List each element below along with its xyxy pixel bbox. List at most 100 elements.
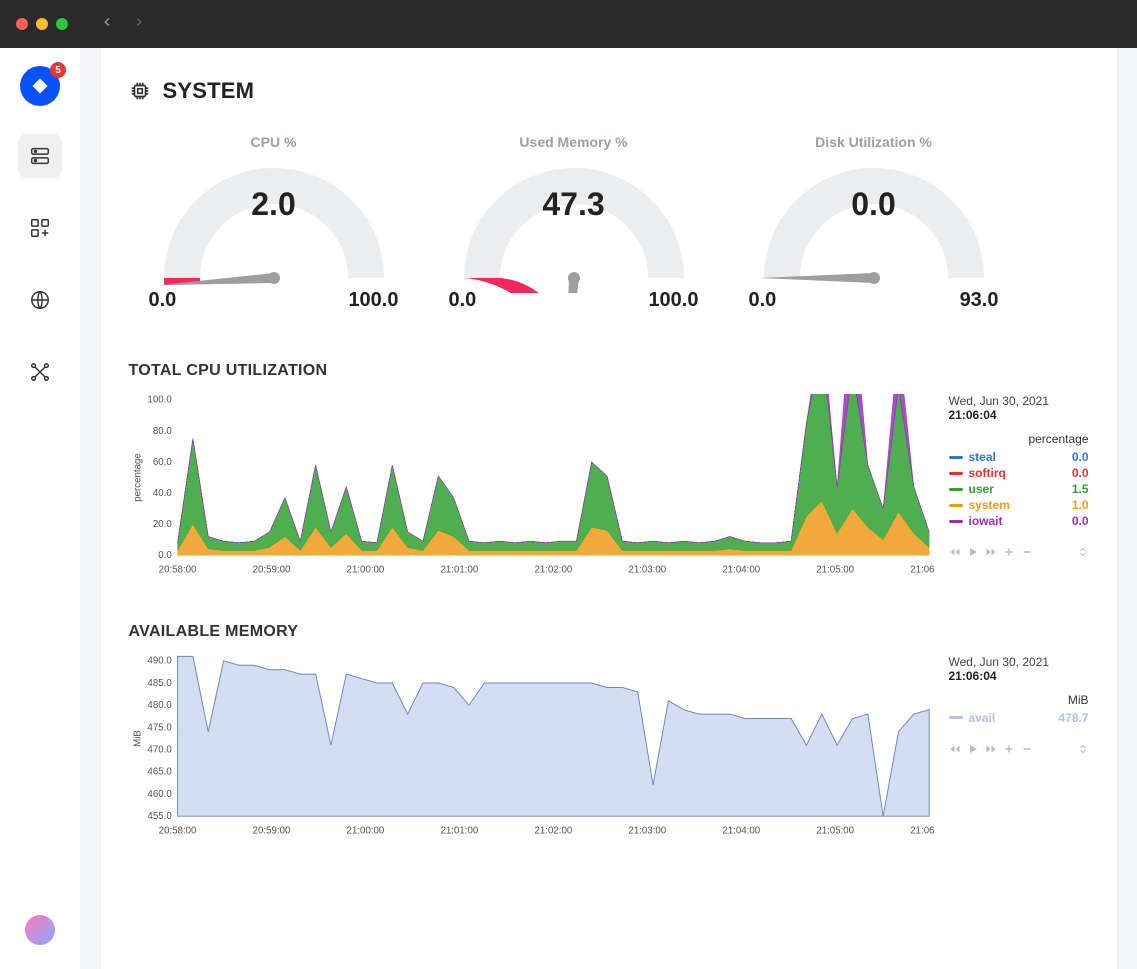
svg-text:21:01:00: 21:01:00 <box>440 825 478 836</box>
play-icon[interactable] <box>967 743 979 758</box>
legend-item-softirq[interactable]: softirq 0.0 <box>949 466 1089 480</box>
sidebar-item-nodes[interactable] <box>18 350 62 394</box>
legend-unit: MiB <box>949 693 1089 707</box>
zoom-out-icon[interactable] <box>1021 743 1033 758</box>
svg-text:20.0: 20.0 <box>152 519 171 530</box>
svg-text:21:05:00: 21:05:00 <box>816 825 854 836</box>
rewind-icon[interactable] <box>949 546 961 561</box>
play-icon[interactable] <box>967 546 979 561</box>
user-avatar[interactable] <box>25 915 55 945</box>
svg-text:485.0: 485.0 <box>147 677 172 688</box>
legend-name: iowait <box>969 514 1066 528</box>
legend-swatch <box>949 716 963 719</box>
svg-text:0.0: 0.0 <box>158 550 172 561</box>
zoom-in-icon[interactable] <box>1003 546 1015 561</box>
zoom-out-icon[interactable] <box>1021 546 1033 561</box>
svg-text:60.0: 60.0 <box>152 457 171 468</box>
gauge-value: 2.0 <box>129 186 419 223</box>
svg-text:21:03:00: 21:03:00 <box>628 825 666 836</box>
chart-title-cpu: TOTAL CPU UTILIZATION <box>129 362 1089 380</box>
legend-value: 1.0 <box>1072 498 1089 512</box>
svg-text:490.0: 490.0 <box>147 655 172 666</box>
sidebar-item-system[interactable] <box>18 134 62 178</box>
gauge-value: 47.3 <box>429 186 719 223</box>
sort-icon[interactable] <box>1077 743 1089 758</box>
legend-date: Wed, Jun 30, 2021 <box>949 655 1089 669</box>
svg-text:455.0: 455.0 <box>147 811 172 822</box>
svg-text:21:05:00: 21:05:00 <box>816 565 854 576</box>
gauge-value: 0.0 <box>729 186 1019 223</box>
legend-value: 0.0 <box>1072 514 1089 528</box>
forward-icon[interactable] <box>985 546 997 561</box>
legend-swatch <box>949 520 963 523</box>
sidebar: 5 <box>0 48 80 969</box>
svg-text:465.0: 465.0 <box>147 766 172 777</box>
notification-badge[interactable]: 5 <box>50 62 66 78</box>
zoom-in-icon[interactable] <box>1003 743 1015 758</box>
legend-item-user[interactable]: user 1.5 <box>949 482 1089 496</box>
legend-value: 478.7 <box>1058 711 1088 725</box>
legend-value: 1.5 <box>1072 482 1089 496</box>
chart-cpu[interactable]: 0.020.040.060.080.0100.0percentage20:58:… <box>129 394 935 579</box>
chart-mem[interactable]: 455.0 460.0 465.0 470.0 475.0 480.0 485.0 490.0… <box>129 655 935 840</box>
nav-back-button[interactable] <box>100 15 114 34</box>
gauge-title: CPU % <box>129 134 419 150</box>
sidebar-item-network[interactable] <box>18 278 62 322</box>
legend-item-steal[interactable]: steal 0.0 <box>949 450 1089 464</box>
svg-text:percentage: percentage <box>132 453 143 502</box>
svg-text:460.0: 460.0 <box>147 788 172 799</box>
svg-text:21:06:00: 21:06:00 <box>910 565 935 576</box>
section-title: SYSTEM <box>163 78 255 104</box>
window-minimize-button[interactable] <box>36 18 48 30</box>
legend-name: steal <box>969 450 1066 464</box>
svg-text:20:58:00: 20:58:00 <box>158 825 196 836</box>
server-icon <box>29 145 51 167</box>
nav-forward-button[interactable] <box>132 15 146 34</box>
globe-icon <box>29 289 51 311</box>
svg-text:21:03:00: 21:03:00 <box>628 565 666 576</box>
legend-item-iowait[interactable]: iowait 0.0 <box>949 514 1089 528</box>
chart-legend-mem: Wed, Jun 30, 2021 21:06:04 MiB avail 478… <box>949 655 1089 840</box>
svg-text:20:58:00: 20:58:00 <box>158 565 196 576</box>
window-titlebar <box>0 0 1137 48</box>
svg-text:20:59:00: 20:59:00 <box>252 565 290 576</box>
svg-text:470.0: 470.0 <box>147 744 172 755</box>
forward-icon[interactable] <box>985 743 997 758</box>
section-header: SYSTEM <box>129 78 1089 104</box>
legend-date: Wed, Jun 30, 2021 <box>949 394 1089 408</box>
window-maximize-button[interactable] <box>56 18 68 30</box>
chart-controls-cpu <box>949 546 1089 561</box>
legend-item-system[interactable]: system 1.0 <box>949 498 1089 512</box>
svg-text:21:06:00: 21:06:00 <box>910 825 935 836</box>
app-logo[interactable]: 5 <box>20 66 60 106</box>
legend-unit: percentage <box>949 432 1089 446</box>
svg-text:480.0: 480.0 <box>147 700 172 711</box>
svg-text:MiB: MiB <box>132 730 143 747</box>
legend-swatch <box>949 456 963 459</box>
chart-title-mem: AVAILABLE MEMORY <box>129 623 1089 641</box>
legend-value: 0.0 <box>1072 466 1089 480</box>
gauge-min: 0.0 <box>149 289 177 312</box>
chart-legend-cpu: Wed, Jun 30, 2021 21:06:04 percentage st… <box>949 394 1089 579</box>
gauge-max: 100.0 <box>348 289 398 312</box>
rewind-icon[interactable] <box>949 743 961 758</box>
svg-text:21:02:00: 21:02:00 <box>534 565 572 576</box>
gauge-title: Disk Utilization % <box>729 134 1019 150</box>
legend-swatch <box>949 504 963 507</box>
gauges-row: CPU % 2.0 0.0100.0Used Memory % 47.3 0.0… <box>129 134 1089 312</box>
svg-text:21:01:00: 21:01:00 <box>440 565 478 576</box>
svg-text:475.0: 475.0 <box>147 722 172 733</box>
legend-name: system <box>969 498 1066 512</box>
nodes-icon <box>29 361 51 383</box>
svg-text:40.0: 40.0 <box>152 488 171 499</box>
svg-text:21:04:00: 21:04:00 <box>722 565 760 576</box>
legend-swatch <box>949 472 963 475</box>
sort-icon[interactable] <box>1077 546 1089 561</box>
chart-controls-mem <box>949 743 1089 758</box>
window-close-button[interactable] <box>16 18 28 30</box>
svg-text:80.0: 80.0 <box>152 426 171 437</box>
svg-text:20:59:00: 20:59:00 <box>252 825 290 836</box>
sidebar-item-dashboards[interactable] <box>18 206 62 250</box>
legend-item-avail[interactable]: avail 478.7 <box>949 711 1089 725</box>
legend-name: avail <box>969 711 1053 725</box>
